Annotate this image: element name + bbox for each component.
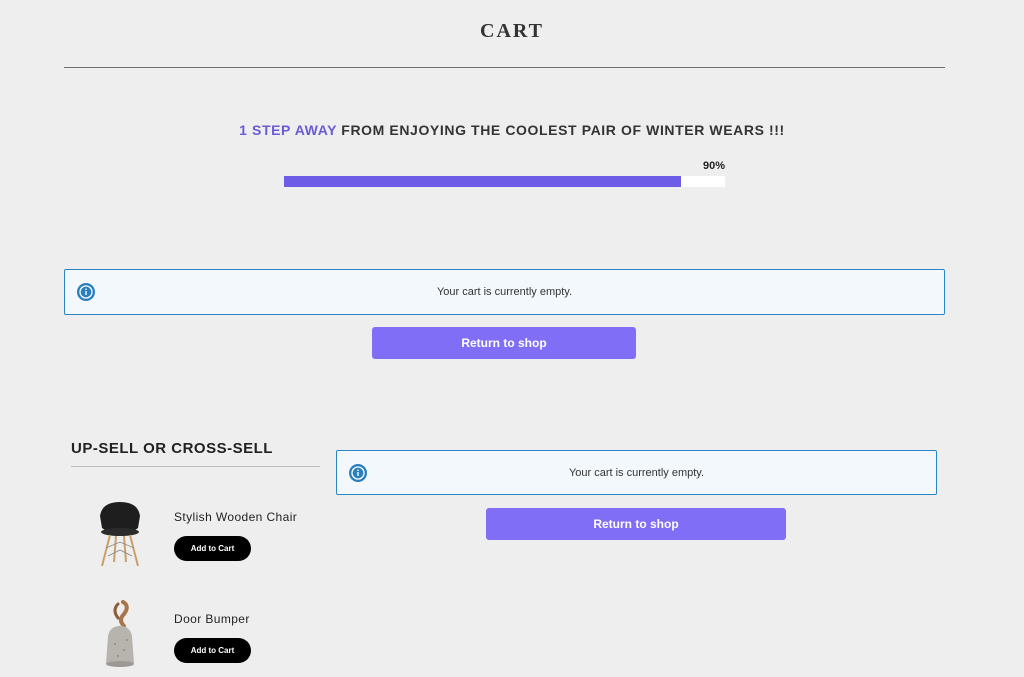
door-bumper-product-image[interactable] [90, 600, 150, 670]
cart-empty-message: Your cart is currently empty. [568, 466, 705, 479]
info-icon [77, 283, 95, 301]
title-divider [64, 67, 945, 68]
promo-accent-text: 1 STEP AWAY [239, 122, 337, 138]
promo-message: 1 STEP AWAY FROM ENJOYING THE COOLEST PA… [0, 122, 1024, 138]
upsell-product: Door Bumper Add to Cart [90, 600, 330, 670]
cart-empty-notice-secondary: Your cart is currently empty. [336, 450, 937, 495]
product-name[interactable]: Door Bumper [174, 612, 250, 626]
add-to-cart-button[interactable]: Add to Cart [174, 536, 251, 561]
cart-empty-message: Your cart is currently empty. [436, 286, 573, 298]
upsell-section-title: UP-SELL OR CROSS-SELL [71, 440, 273, 457]
cart-empty-notice: Your cart is currently empty. [64, 269, 945, 315]
progress-bar-fill [284, 176, 681, 187]
promo-rest-text: FROM ENJOYING THE COOLEST PAIR OF WINTER… [336, 122, 785, 138]
chair-product-image[interactable] [90, 498, 150, 568]
return-to-shop-button[interactable]: Return to shop [372, 327, 636, 359]
page-title: CART [480, 20, 544, 42]
progress-label: 90% [702, 160, 725, 172]
upsell-divider [71, 466, 320, 467]
info-icon [349, 463, 367, 482]
upsell-product: Stylish Wooden Chair Add to Cart [90, 498, 330, 568]
add-to-cart-button[interactable]: Add to Cart [174, 638, 251, 663]
return-to-shop-button-secondary[interactable]: Return to shop [486, 508, 786, 540]
progress-bar [284, 176, 725, 187]
product-name[interactable]: Stylish Wooden Chair [174, 510, 297, 524]
